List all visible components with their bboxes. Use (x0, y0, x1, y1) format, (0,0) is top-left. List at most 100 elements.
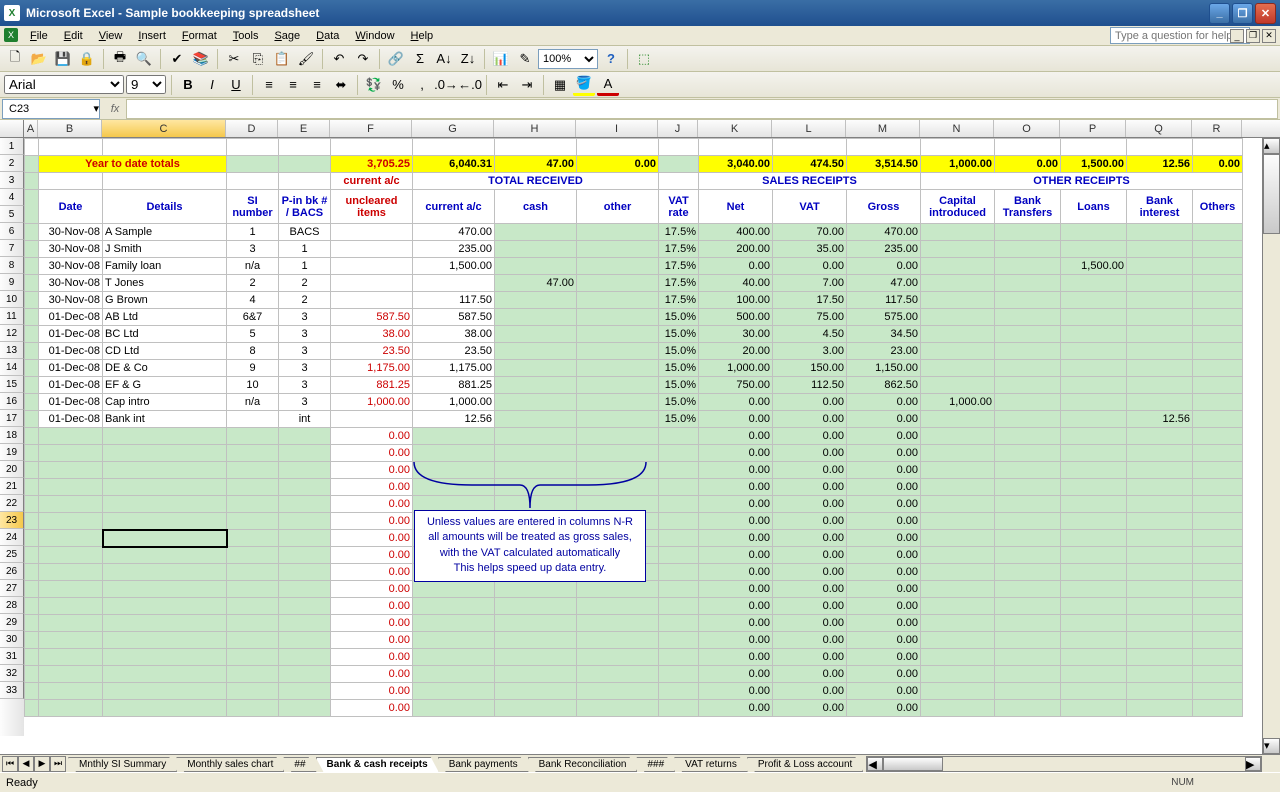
menu-help[interactable]: Help (403, 28, 442, 44)
col-header-Q[interactable]: Q (1126, 120, 1192, 137)
row-header-29[interactable]: 29 (0, 614, 24, 631)
tab-last-button[interactable]: ⏭ (50, 756, 66, 772)
copy-icon[interactable]: ⎘ (247, 48, 269, 70)
merge-center-icon[interactable]: ⬌ (330, 74, 352, 96)
sheet-tab[interactable]: VAT returns (674, 757, 748, 772)
row-header-9[interactable]: 9 (0, 274, 24, 291)
row-header-15[interactable]: 15 (0, 376, 24, 393)
row-header-31[interactable]: 31 (0, 648, 24, 665)
fill-color-icon[interactable]: 🪣 (573, 74, 595, 96)
row-header-26[interactable]: 26 (0, 563, 24, 580)
menu-insert[interactable]: Insert (130, 28, 174, 44)
minimize-button[interactable]: _ (1209, 3, 1230, 24)
row-header-2[interactable]: 2 (0, 155, 24, 172)
col-header-C[interactable]: C (102, 120, 226, 137)
sort-desc-icon[interactable]: Z↓ (457, 48, 479, 70)
row-header-21[interactable]: 21 (0, 478, 24, 495)
print-icon[interactable]: 🖶 (109, 48, 131, 70)
col-header-I[interactable]: I (576, 120, 658, 137)
col-header-G[interactable]: G (412, 120, 494, 137)
tab-prev-button[interactable]: ◀ (18, 756, 34, 772)
row-header-19[interactable]: 19 (0, 444, 24, 461)
borders-icon[interactable]: ▦ (549, 74, 571, 96)
row-header-27[interactable]: 27 (0, 580, 24, 597)
col-header-D[interactable]: D (226, 120, 278, 137)
row-header-8[interactable]: 8 (0, 257, 24, 274)
row-header-7[interactable]: 7 (0, 240, 24, 257)
help-search-input[interactable] (1110, 27, 1250, 44)
zoom-combo[interactable]: 100% (538, 49, 598, 69)
increase-decimal-icon[interactable]: .0→ (435, 74, 457, 96)
align-center-icon[interactable]: ≡ (282, 74, 304, 96)
row-header-18[interactable]: 18 (0, 427, 24, 444)
fx-icon[interactable]: fx (106, 100, 124, 118)
row-header-4[interactable]: 4 (0, 189, 24, 206)
close-button[interactable]: ✕ (1255, 3, 1276, 24)
italic-icon[interactable]: I (201, 74, 223, 96)
col-header-O[interactable]: O (994, 120, 1060, 137)
col-header-J[interactable]: J (658, 120, 698, 137)
app-icon[interactable]: X (4, 28, 18, 42)
font-name-combo[interactable]: Arial (4, 75, 124, 94)
autosum-icon[interactable]: Σ (409, 48, 431, 70)
row-header-12[interactable]: 12 (0, 325, 24, 342)
permission-icon[interactable]: 🔒 (76, 48, 98, 70)
row-header-20[interactable]: 20 (0, 461, 24, 478)
row-header-13[interactable]: 13 (0, 342, 24, 359)
row-header-22[interactable]: 22 (0, 495, 24, 512)
bold-icon[interactable]: B (177, 74, 199, 96)
undo-icon[interactable]: ↶ (328, 48, 350, 70)
research-icon[interactable]: 📚 (190, 48, 212, 70)
sort-asc-icon[interactable]: A↓ (433, 48, 455, 70)
comma-icon[interactable]: , (411, 74, 433, 96)
col-header-B[interactable]: B (38, 120, 102, 137)
sheet-tab[interactable]: Bank & cash receipts (316, 757, 439, 772)
select-all-corner[interactable] (0, 120, 24, 138)
col-header-F[interactable]: F (330, 120, 412, 137)
row-header-33[interactable]: 33 (0, 682, 24, 699)
cut-icon[interactable]: ✂ (223, 48, 245, 70)
col-header-M[interactable]: M (846, 120, 920, 137)
decrease-indent-icon[interactable]: ⇤ (492, 74, 514, 96)
sheet-tab[interactable]: Mnthly SI Summary (68, 757, 177, 772)
cells-area[interactable]: Year to date totals3,705.256,040.3147.00… (24, 138, 1243, 736)
font-color-icon[interactable]: A (597, 74, 619, 96)
tab-next-button[interactable]: ▶ (34, 756, 50, 772)
row-header-14[interactable]: 14 (0, 359, 24, 376)
menu-view[interactable]: View (91, 28, 131, 44)
open-icon[interactable]: 📂 (28, 48, 50, 70)
row-header-3[interactable]: 3 (0, 172, 24, 189)
col-header-L[interactable]: L (772, 120, 846, 137)
currency-icon[interactable]: 💱 (363, 74, 385, 96)
row-header-10[interactable]: 10 (0, 291, 24, 308)
sheet-tab[interactable]: ## (283, 757, 316, 772)
row-header-32[interactable]: 32 (0, 665, 24, 682)
col-header-E[interactable]: E (278, 120, 330, 137)
vertical-scrollbar[interactable]: ▴ ▾ (1262, 138, 1280, 754)
col-header-A[interactable]: A (24, 120, 38, 137)
save-icon[interactable]: 💾 (52, 48, 74, 70)
menu-file[interactable]: File (22, 28, 56, 44)
align-right-icon[interactable]: ≡ (306, 74, 328, 96)
underline-icon[interactable]: U (225, 74, 247, 96)
col-header-R[interactable]: R (1192, 120, 1242, 137)
paste-icon[interactable]: 📋 (271, 48, 293, 70)
tab-first-button[interactable]: ⏮ (2, 756, 18, 772)
horizontal-scrollbar[interactable]: ◀ ▶ (866, 756, 1262, 772)
spellcheck-icon[interactable]: ✔ (166, 48, 188, 70)
row-header-1[interactable]: 1 (0, 138, 24, 155)
row-header-11[interactable]: 11 (0, 308, 24, 325)
menu-edit[interactable]: Edit (56, 28, 91, 44)
row-header-30[interactable]: 30 (0, 631, 24, 648)
maximize-button[interactable]: ❐ (1232, 3, 1253, 24)
drawing-icon[interactable]: ✎ (514, 48, 536, 70)
percent-icon[interactable]: % (387, 74, 409, 96)
formula-input[interactable] (126, 99, 1278, 119)
col-header-K[interactable]: K (698, 120, 772, 137)
row-header-23[interactable]: 23 (0, 512, 24, 529)
help-icon[interactable]: ? (600, 48, 622, 70)
sheet-tab[interactable]: Profit & Loss account (747, 757, 864, 772)
sheet-tab[interactable]: Bank Reconciliation (528, 757, 638, 772)
row-header-25[interactable]: 25 (0, 546, 24, 563)
sheet-tab[interactable]: Monthly sales chart (176, 757, 284, 772)
